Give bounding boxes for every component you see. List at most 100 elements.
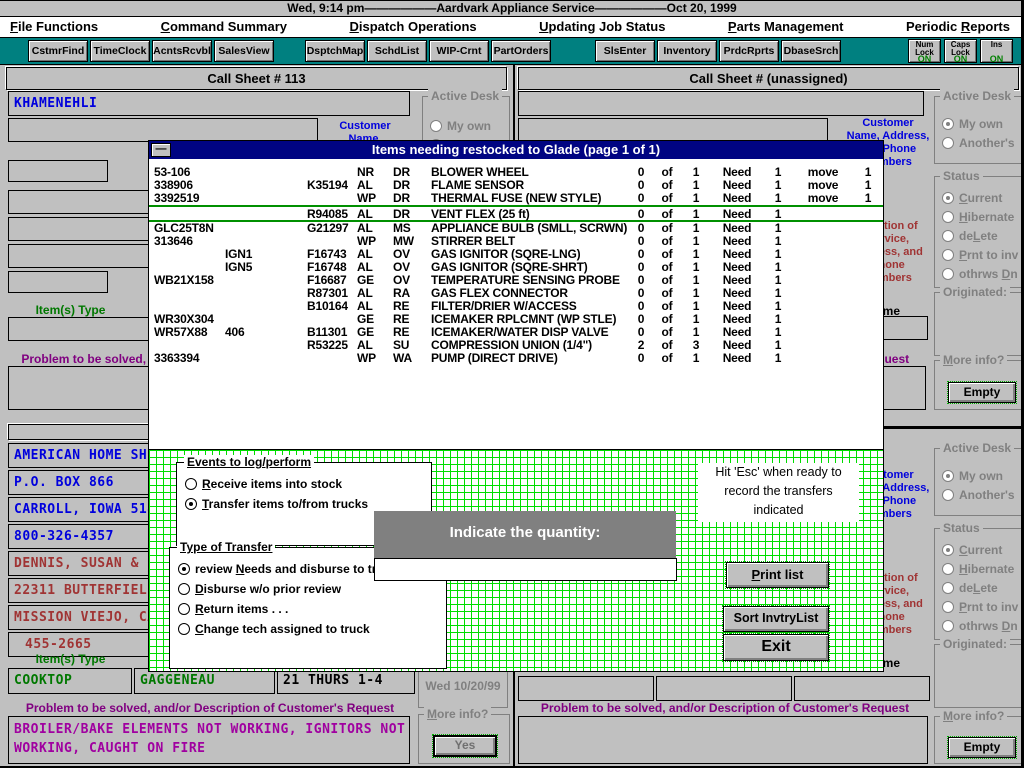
need-label: Need — [711, 192, 763, 205]
keystate-on-label: ON — [954, 54, 968, 64]
empty-field[interactable] — [518, 118, 828, 142]
status-radio[interactable]: Hibernate — [942, 562, 1021, 576]
radio-my-own[interactable]: My own — [430, 119, 509, 133]
toolbar-button[interactable]: SchdList — [367, 40, 427, 62]
part-number: 313646 — [149, 235, 225, 248]
toolbar-button[interactable]: Inventory — [657, 40, 717, 62]
toolbar-button[interactable]: WIP-Crnt — [429, 40, 489, 62]
menu-item[interactable]: Parts Management — [728, 17, 844, 37]
menu-item[interactable]: Updating Job Status — [539, 17, 665, 37]
part-number — [149, 248, 225, 261]
qty-total: 1 — [681, 352, 711, 365]
toolbar-button[interactable]: SalesView — [214, 40, 274, 62]
empty-field[interactable] — [8, 271, 108, 293]
status-radio[interactable]: othrws Dn — [942, 619, 1021, 633]
sort-inventory-list-button[interactable]: Sort InvtryList — [723, 606, 829, 632]
parts-list-row[interactable]: R94085 AL DR VENT FLEX (25 ft) 0 of 1 Ne… — [149, 205, 883, 222]
radio-my-own[interactable]: My own — [942, 117, 1021, 131]
transfer-type-radio[interactable]: Change tech assigned to truck — [178, 622, 446, 636]
part-number: WR57X88 — [149, 326, 225, 339]
part-alt-number — [225, 222, 307, 235]
quantity-input[interactable] — [374, 558, 677, 581]
print-list-button[interactable]: Print list — [726, 562, 829, 588]
status-radio[interactable]: Hibernate — [942, 210, 1021, 224]
manufacturer-code: WP — [357, 192, 393, 205]
more-info-yes-button[interactable]: Yes — [433, 735, 497, 757]
exit-button[interactable]: Exit — [723, 634, 829, 661]
status-radio[interactable]: Prnt to inv — [942, 248, 1021, 262]
status-radio[interactable]: Current — [942, 543, 1021, 557]
parts-list-row[interactable]: 3392519 WP DR THERMAL FUSE (NEW STYLE) 0… — [149, 192, 883, 205]
radio-icon — [185, 498, 197, 510]
need-label: Need — [711, 352, 763, 365]
part-number: 3392519 — [149, 192, 225, 205]
move-label — [793, 300, 853, 313]
menu-item[interactable]: File Functions — [10, 17, 98, 37]
radio-icon — [942, 582, 954, 594]
toolbar-button[interactable]: PartOrders — [491, 40, 551, 62]
menu-bar: File Functions Command Summary Dispatch Op… — [0, 17, 1024, 38]
caller-name-field[interactable]: KHAMENEHLI — [8, 91, 410, 116]
toolbar-button[interactable]: SlsEnter — [595, 40, 655, 62]
status-radio[interactable]: deLete — [942, 581, 1021, 595]
empty-field[interactable] — [794, 676, 930, 701]
problem-text-field[interactable] — [518, 716, 928, 764]
system-menu-icon[interactable]: — — [151, 143, 171, 157]
empty-field[interactable] — [8, 118, 318, 142]
toolbar-button[interactable]: PrdcRprts — [719, 40, 779, 62]
parts-list-row[interactable]: 3363394 WP WA PUMP (DIRECT DRIVE) 0 of 1… — [149, 352, 883, 365]
radio-icon — [178, 603, 190, 615]
empty-button-bottom[interactable]: Empty — [948, 737, 1016, 758]
need-qty: 1 — [763, 192, 793, 205]
need-label: Need — [711, 207, 763, 221]
transfer-type-radio[interactable]: Disburse w/o prior review — [178, 582, 446, 596]
part-alt-number — [225, 300, 307, 313]
menu-item[interactable]: Periodic Reports — [906, 17, 1010, 37]
problem-label-bottomright: Problem to be solved, and/or Description… — [520, 701, 930, 715]
qty-on-hand: 0 — [629, 352, 653, 365]
empty-field[interactable] — [656, 676, 792, 701]
items-type-label: Item(s) Type — [8, 652, 133, 666]
empty-field[interactable] — [518, 91, 924, 116]
toolbar-button[interactable]: AcntsRcvbl — [152, 40, 212, 62]
status-radio[interactable]: othrws Dn — [942, 267, 1021, 281]
radio-icon — [178, 563, 190, 575]
radio-anothers[interactable]: Another's — [942, 488, 1021, 502]
restock-parts-list: 53-106 NR DR BLOWER WHEEL 0 of 1 Need 1 … — [149, 159, 883, 449]
move-qty — [853, 352, 883, 365]
radio-icon — [942, 230, 954, 242]
radio-my-own[interactable]: My own — [942, 469, 1021, 483]
menu-item[interactable]: Command Summary — [161, 17, 287, 37]
radio-icon — [942, 118, 954, 130]
item-type-field[interactable]: COOKTOP — [8, 668, 132, 694]
active-desk-group-top: Active Desk My own Another's — [934, 96, 1022, 164]
of-label: of — [653, 192, 681, 205]
transfer-type-radio[interactable]: Return items . . . — [178, 602, 446, 616]
move-label — [793, 235, 853, 248]
part-description: THERMAL FUSE (NEW STYLE) — [431, 192, 629, 205]
toolbar-group-file: CstmrFindTimeClockAcntsRcvblSalesView — [28, 40, 276, 62]
empty-field[interactable] — [8, 160, 108, 182]
move-qty — [853, 248, 883, 261]
toolbar-button[interactable]: TimeClock — [90, 40, 150, 62]
event-radio[interactable]: Receive items into stock — [185, 477, 431, 491]
appliance-code: WA — [393, 352, 431, 365]
toolbar-button[interactable]: DsptchMap — [305, 40, 365, 62]
toolbar-button[interactable]: CstmrFind — [28, 40, 88, 62]
move-qty — [853, 339, 883, 352]
toolbar-group-parts: SlsEnterInventoryPrdcRprtsDbaseSrch — [595, 40, 843, 62]
toolbar-button[interactable]: DbaseSrch — [781, 40, 841, 62]
status-radio[interactable]: deLete — [942, 229, 1021, 243]
empty-button-top[interactable]: Empty — [948, 382, 1016, 403]
menu-item[interactable]: Dispatch Operations — [349, 17, 476, 37]
empty-field[interactable] — [518, 676, 654, 701]
vendor-part-number: B10164 — [307, 300, 357, 313]
radio-anothers[interactable]: Another's — [942, 136, 1021, 150]
problem-text-field[interactable]: BROILER/BAKE ELEMENTS NOT WORKING, IGNIT… — [8, 716, 410, 764]
radio-icon — [178, 583, 190, 595]
status-radio[interactable]: Prnt to inv — [942, 600, 1021, 614]
event-radio[interactable]: Transfer items to/from trucks — [185, 497, 431, 511]
parts-list-row[interactable]: GLC25T8N G21297 AL MS APPLIANCE BULB (SM… — [149, 222, 883, 235]
dialog-title-bar[interactable]: — Items needing restocked to Glade (page… — [149, 141, 883, 159]
status-radio[interactable]: Current — [942, 191, 1021, 205]
